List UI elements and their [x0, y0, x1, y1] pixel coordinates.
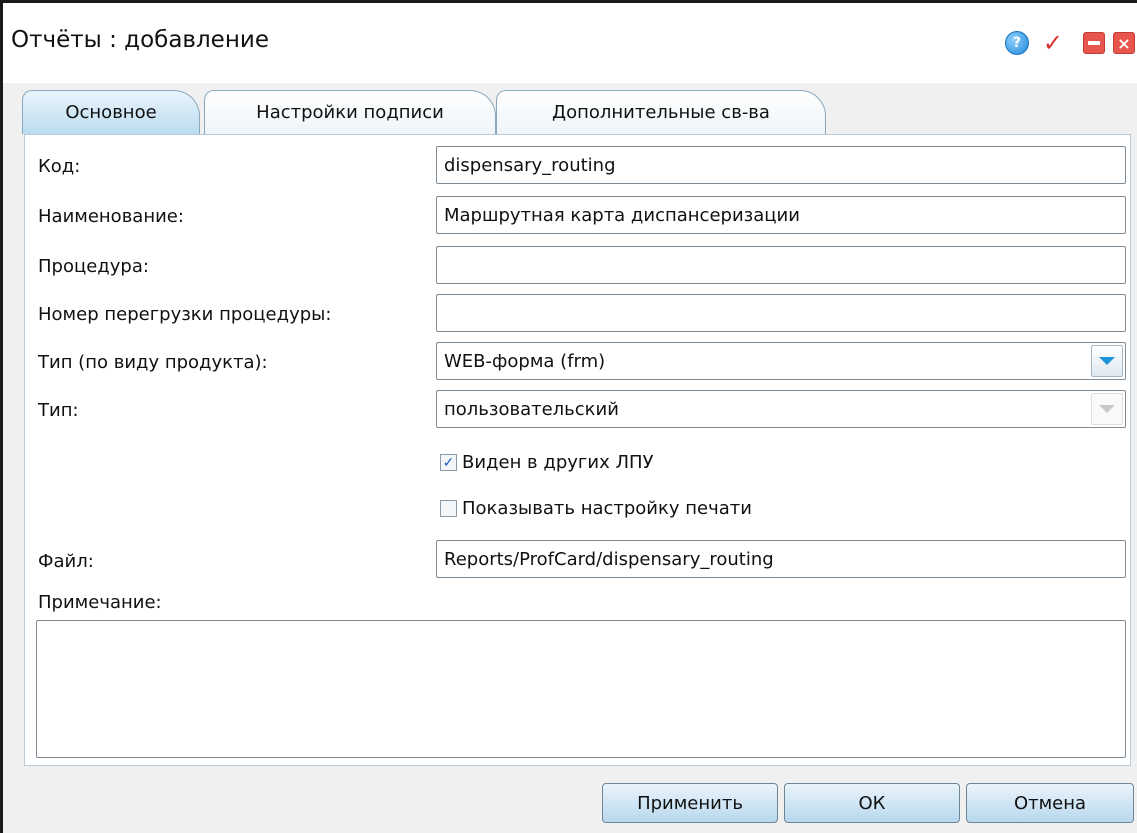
type-select[interactable]: пользовательский [436, 390, 1126, 428]
procedure-field[interactable] [436, 246, 1126, 284]
overload-number-field[interactable] [436, 294, 1126, 332]
product-type-label: Тип (по виду продукта): [38, 352, 268, 373]
chevron-down-icon [1099, 405, 1115, 413]
window-title: Отчёты : добавление [11, 27, 269, 53]
name-label: Наименование: [38, 206, 184, 227]
show-print-settings-row[interactable]: Показывать настройку печати [440, 498, 752, 519]
show-print-settings-label: Показывать настройку печати [462, 498, 752, 519]
product-type-value: WEB-форма (frm) [444, 350, 606, 372]
notes-label: Примечание: [38, 592, 162, 613]
file-value: Reports/ProfCard/dispensary_routing [444, 548, 774, 570]
notes-textarea[interactable] [36, 620, 1126, 758]
close-icon[interactable]: × [1113, 32, 1135, 54]
type-value: пользовательский [444, 398, 619, 420]
minimize-icon[interactable] [1083, 32, 1105, 54]
file-field[interactable]: Reports/ProfCard/dispensary_routing [436, 540, 1126, 578]
ok-button[interactable]: ОК [784, 783, 960, 823]
code-field[interactable]: dispensary_routing [436, 146, 1126, 184]
apply-button[interactable]: Применить [602, 783, 778, 823]
help-icon[interactable]: ? [1004, 31, 1029, 55]
cancel-button[interactable]: Отмена [966, 783, 1134, 823]
procedure-label: Процедура: [38, 256, 149, 277]
name-field[interactable]: Маршрутная карта диспансеризации [436, 196, 1126, 234]
type-dropdown-button[interactable] [1091, 393, 1123, 425]
code-value: dispensary_routing [444, 154, 616, 176]
chevron-down-icon [1099, 357, 1115, 365]
checkmark-icon[interactable]: ✓ [1043, 29, 1063, 57]
file-label: Файл: [38, 551, 94, 572]
product-type-dropdown-button[interactable] [1091, 345, 1123, 377]
title-bar-icons: ? ✓ × [1004, 27, 1137, 59]
type-label: Тип: [38, 400, 79, 421]
tab-additional-properties[interactable]: Дополнительные св-ва [496, 90, 826, 134]
title-bar: Отчёты : добавление ? ✓ × [3, 3, 1137, 83]
visible-other-lpu-row[interactable]: ✓ Виден в других ЛПУ [440, 452, 653, 473]
name-value: Маршрутная карта диспансеризации [444, 204, 800, 226]
product-type-select[interactable]: WEB-форма (frm) [436, 342, 1126, 380]
visible-other-lpu-label: Виден в других ЛПУ [462, 452, 654, 473]
tab-signature-settings[interactable]: Настройки подписи [204, 90, 496, 134]
visible-other-lpu-checkbox[interactable]: ✓ [440, 454, 457, 471]
code-label: Код: [38, 156, 81, 177]
tab-main[interactable]: Основное [22, 90, 200, 134]
show-print-settings-checkbox[interactable] [440, 500, 457, 517]
overload-label: Номер перегрузки процедуры: [38, 304, 332, 325]
